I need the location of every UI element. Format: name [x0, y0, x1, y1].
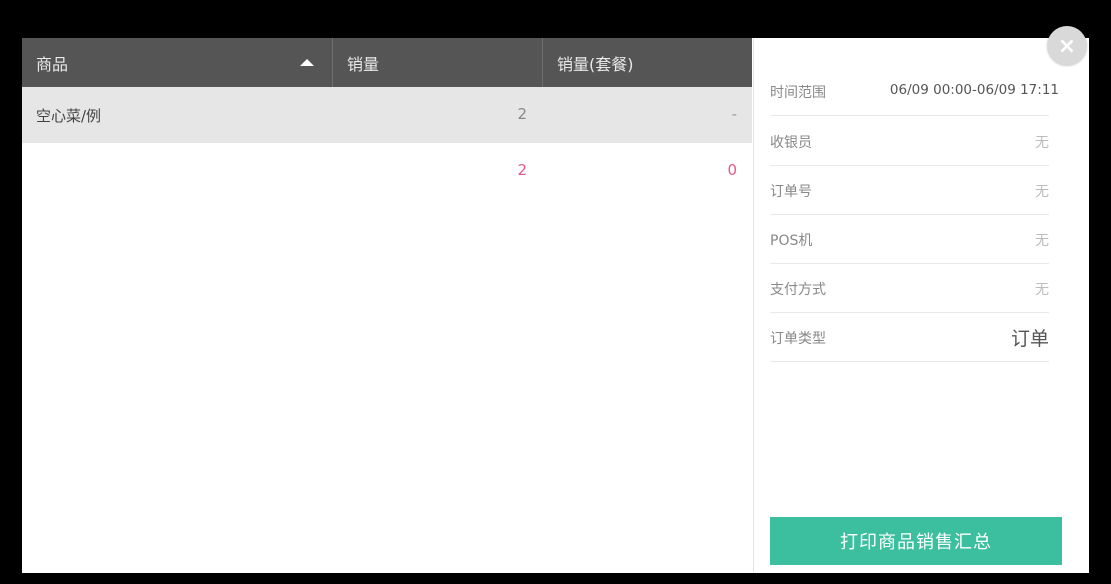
- order-type-label: 订单类型: [770, 331, 826, 347]
- column-header-qty[interactable]: 销量: [333, 38, 543, 87]
- product-qty: 2: [517, 105, 527, 123]
- order-type-value: 订单: [1010, 328, 1049, 350]
- time-range-value: 06/09 00:00-06/09 17:11: [889, 82, 1059, 98]
- order-type-row: 订单类型 订单: [770, 312, 1049, 362]
- total-qty-combo: 0: [727, 161, 737, 179]
- sales-summary-dialog: 商品 销量 销量(套餐) 空心菜/例 2 - 2 0 时间范围 06/09 00…: [22, 38, 1089, 573]
- order-no-label: 订单号: [770, 184, 812, 200]
- filter-info-panel: 时间范围 06/09 00:00-06/09 17:11 收银员 无 订单号 无…: [753, 38, 1089, 573]
- close-icon: ×: [1057, 33, 1077, 59]
- pay-method-row: 支付方式 无: [770, 263, 1049, 313]
- column-header-product[interactable]: 商品: [22, 38, 333, 87]
- pos-row: POS机 无: [770, 214, 1049, 264]
- table-header: 商品 销量 销量(套餐): [22, 38, 752, 87]
- order-no-row: 订单号 无: [770, 165, 1049, 215]
- time-range-label: 时间范围: [770, 85, 826, 101]
- table-row[interactable]: 空心菜/例 2 -: [22, 87, 752, 143]
- column-header-qty-combo[interactable]: 销量(套餐): [543, 38, 752, 87]
- cashier-row: 收银员 无: [770, 116, 1049, 166]
- product-name: 空心菜/例: [36, 107, 102, 125]
- pay-method-value: 无: [1035, 282, 1049, 298]
- total-qty: 2: [517, 161, 527, 179]
- pay-method-label: 支付方式: [770, 282, 826, 298]
- sales-table: 商品 销量 销量(套餐) 空心菜/例 2 - 2 0: [22, 38, 752, 573]
- pos-value: 无: [1035, 233, 1049, 249]
- order-no-value: 无: [1035, 184, 1049, 200]
- time-range-row: 时间范围 06/09 00:00-06/09 17:11: [770, 66, 1059, 116]
- close-button[interactable]: ×: [1047, 26, 1087, 66]
- table-total-row: 2 0: [22, 143, 752, 199]
- cashier-value: 无: [1035, 135, 1049, 151]
- pos-label: POS机: [770, 233, 813, 249]
- product-qty-combo: -: [731, 105, 737, 123]
- cashier-label: 收银员: [770, 135, 812, 151]
- sort-ascending-icon[interactable]: [300, 59, 314, 66]
- print-sales-summary-button[interactable]: 打印商品销售汇总: [770, 517, 1062, 565]
